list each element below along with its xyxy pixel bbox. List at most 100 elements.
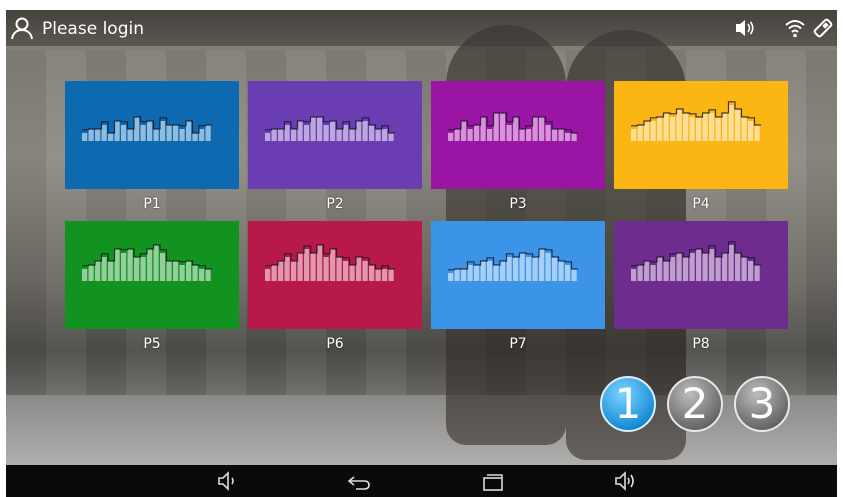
profile-bar [82,269,88,281]
program-label-p1: P1 [143,196,161,212]
profile-bar [114,249,120,281]
program-label-p2: P2 [326,196,344,212]
profile-bar [310,253,316,281]
program-tile-p4[interactable] [614,81,788,189]
back-icon[interactable] [346,469,372,493]
profile-bar [448,133,454,141]
profile-bar [205,125,211,141]
profile-bar [545,253,551,281]
profile-bar [506,257,512,281]
profile-bar [709,249,715,281]
profile-bar [330,121,336,141]
profile-bar [375,269,381,281]
profile-bar [493,265,499,281]
program-tile-p1[interactable] [65,81,239,189]
page-number: 3 [748,379,776,428]
profile-bar [454,129,460,141]
profile-bar [205,269,211,281]
program-tile-p7[interactable] [431,221,605,329]
profile-bar [265,269,271,281]
program-profile-graphic [448,112,578,141]
page-button-2[interactable]: 2 [667,376,723,432]
profile-bar [127,249,133,281]
volume-up-icon[interactable] [613,469,639,493]
profile-bar [696,249,702,281]
profile-bar [166,125,172,141]
program-profile-graphic [448,248,578,281]
profile-bar [754,125,760,141]
profile-bar [323,125,329,141]
page-button-3[interactable]: 3 [734,376,790,432]
profile-bar [153,129,159,141]
profile-bar [735,109,741,141]
profile-bar [650,265,656,281]
profile-bar [715,117,721,141]
program-label-p4: P4 [692,196,710,212]
profile-bar [192,265,198,281]
profile-bar [631,129,637,141]
profile-bar [349,265,355,281]
profile-bar [140,125,146,141]
profile-bar [657,117,663,141]
profile-bar [356,257,362,281]
profile-bar [663,113,669,141]
program-profile-graphic [631,241,761,281]
program-tile-p6[interactable] [248,221,422,329]
user-icon[interactable] [10,16,34,40]
program-profile-graphic [82,244,212,281]
profile-bar [291,261,297,281]
profile-bar [676,253,682,281]
profile-bar [336,129,342,141]
profile-bar [493,113,499,141]
profile-bar [513,117,519,141]
program-tile-p3[interactable] [431,81,605,189]
program-tile-p8[interactable] [614,221,788,329]
profile-bar [95,129,101,141]
profile-bar [317,245,323,281]
profile-bar [558,261,564,281]
profile-bar [284,257,290,281]
profile-bar [735,253,741,281]
profile-bar [748,261,754,281]
profile-bar [500,113,506,141]
profile-bar [186,261,192,281]
profile-bar [88,265,94,281]
profile-bar [284,125,290,141]
page-button-1[interactable]: 1 [600,376,656,432]
profile-bar [552,257,558,281]
recent-apps-icon[interactable] [480,469,506,493]
profile-bar [356,121,362,141]
profile-bar [192,133,198,141]
profile-bar [382,269,388,281]
profile-bar [362,261,368,281]
profile-bar [82,133,88,141]
page-number: 1 [614,379,642,428]
profile-bar [571,269,577,281]
profile-bar [683,113,689,141]
profile-bar [121,253,127,281]
profile-bar [179,129,185,141]
profile-bar [526,129,532,141]
login-text[interactable]: Please login [42,19,144,39]
profile-bar [480,117,486,141]
profile-bar [147,249,153,281]
profile-bar [748,121,754,141]
profile-bar [310,117,316,141]
program-tile-p2[interactable] [248,81,422,189]
profile-bar [558,129,564,141]
profile-bar [199,129,205,141]
program-tile-p5[interactable] [65,221,239,329]
profile-bar [114,121,120,141]
volume-down-icon[interactable] [215,469,241,493]
profile-bar [650,121,656,141]
profile-bar [278,261,284,281]
profile-bar [375,129,381,141]
profile-bar [147,121,153,141]
program-label-p5: P5 [143,336,161,352]
profile-bar [101,125,107,141]
profile-bar [728,245,734,281]
profile-bar [644,261,650,281]
profile-bar [140,257,146,281]
profile-bar [676,109,682,141]
profile-bar [519,129,525,141]
